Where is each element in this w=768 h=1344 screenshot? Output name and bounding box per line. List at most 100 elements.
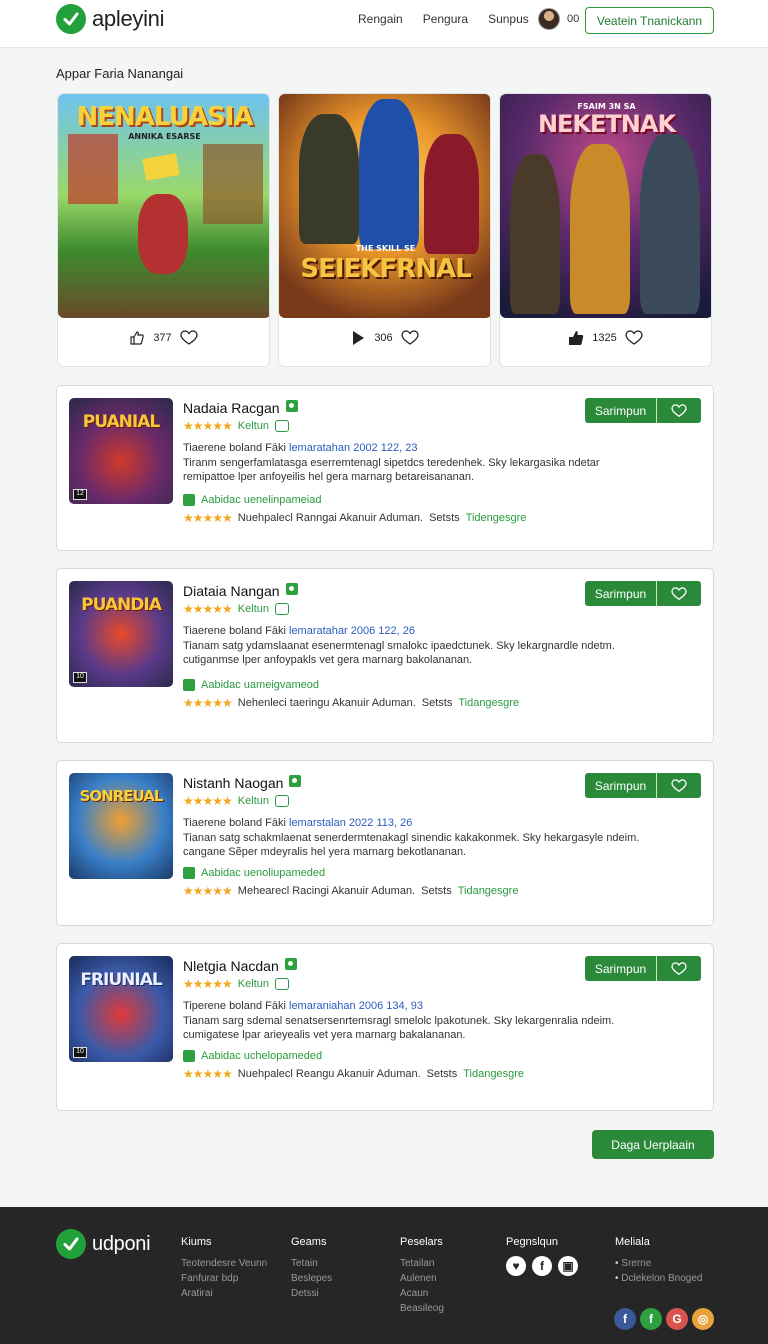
- star-rating: ★★★★★: [183, 1067, 233, 1081]
- footer-link[interactable]: Tetailan: [400, 1256, 444, 1271]
- featured-card[interactable]: FSAIM 3N SA NEKETNAK 1325: [499, 93, 712, 367]
- game-cover-art: THE SKILL SE SEIEKFRNAL: [279, 94, 490, 318]
- site-footer: udponi Kiums Teotendesre Veunn Fanfurar …: [0, 1207, 768, 1344]
- footer-link[interactable]: Dclekelon Bnoged: [615, 1271, 702, 1286]
- wishlist-button[interactable]: [657, 581, 701, 606]
- footer-link[interactable]: Srerne: [615, 1256, 702, 1271]
- game-title: Nistanh Naogan: [183, 775, 302, 791]
- rating-row: ★★★★★ Keltun: [183, 602, 289, 616]
- play-icon[interactable]: [350, 330, 366, 346]
- facebook-icon[interactable]: f: [532, 1256, 552, 1276]
- brand-name: apleyini: [92, 6, 165, 31]
- featured-card[interactable]: NENALUASIA ANNIKA ESARSE 377: [57, 93, 270, 367]
- featured-card[interactable]: THE SKILL SE SEIEKFRNAL 306: [278, 93, 491, 367]
- game-meta: Tiperene boland Fāki lemaraniahan 2006 1…: [183, 1000, 423, 1012]
- review-link[interactable]: Tidangesgre: [458, 697, 519, 709]
- heart-social-icon[interactable]: ♥: [506, 1256, 526, 1276]
- footer-column-title: Geams: [291, 1236, 327, 1248]
- like-count: 1325: [592, 332, 617, 344]
- info-icon[interactable]: [275, 795, 289, 807]
- cover-title: NENALUASIA: [76, 102, 254, 132]
- google-icon[interactable]: G: [666, 1308, 688, 1330]
- footer-logo[interactable]: udponi: [56, 1229, 151, 1259]
- facebook-icon[interactable]: f: [614, 1308, 636, 1330]
- rating-label: Keltun: [237, 603, 269, 615]
- footer-link[interactable]: Detssi: [291, 1286, 332, 1301]
- game-thumbnail[interactable]: PUANDIA 10: [69, 581, 173, 687]
- game-list-item[interactable]: PUANIAL 12 Nadaia Racgan ★★★★★ Keltun Ti…: [56, 385, 714, 551]
- rating-row: ★★★★★ Keltun: [183, 977, 289, 991]
- footer-link[interactable]: Tetain: [291, 1256, 332, 1271]
- game-thumbnail[interactable]: PUANIAL 12: [69, 398, 173, 504]
- brand-logo[interactable]: apleyini: [56, 4, 165, 34]
- facebook-green-icon[interactable]: f: [640, 1308, 662, 1330]
- action-buttons: Sarimpun: [585, 398, 701, 423]
- review-link[interactable]: Tidengesgre: [466, 512, 527, 524]
- release-info[interactable]: lemaratahar 2006 122, 26: [289, 625, 415, 637]
- user-avatar[interactable]: [538, 8, 560, 30]
- site-header: apleyini Rengain Pengura Sunpus 00 Veate…: [0, 0, 768, 48]
- nav-item[interactable]: Sunpus: [488, 12, 529, 26]
- game-list-item[interactable]: PUANDIA 10 Diataia Nangan ★★★★★ Keltun T…: [56, 568, 714, 743]
- footer-column-title: Kiums: [181, 1236, 212, 1248]
- wishlist-button[interactable]: [657, 956, 701, 981]
- heart-icon[interactable]: [401, 330, 419, 346]
- cover-title: SEIEKFRNAL: [300, 254, 471, 284]
- game-meta: Tiaerene boland Fāki lemaratahar 2006 12…: [183, 625, 415, 637]
- primary-action-button[interactable]: Sarimpun: [585, 398, 657, 423]
- load-more-button[interactable]: Daga Uerplaain: [592, 1130, 714, 1159]
- game-list-item[interactable]: SONREUAL Nistanh Naogan ★★★★★ Keltun Tia…: [56, 760, 714, 926]
- game-title: Nletgia Nacdan: [183, 958, 297, 974]
- footer-link[interactable]: Acaun: [400, 1286, 444, 1301]
- game-description: Tiranm sengerfamlatasga eserremtenagl si…: [183, 457, 600, 483]
- platform-tag: 10: [73, 1047, 87, 1058]
- thumbs-up-icon[interactable]: [129, 330, 145, 346]
- thumbs-up-icon[interactable]: [568, 330, 584, 346]
- play-count: 306: [374, 332, 393, 344]
- nav-item[interactable]: Rengain: [358, 12, 403, 26]
- wishlist-button[interactable]: [657, 398, 701, 423]
- primary-action-button[interactable]: Sarimpun: [585, 956, 657, 981]
- footer-link[interactable]: Teotendesre Veunn: [181, 1256, 267, 1271]
- header-cta-button[interactable]: Veatein Tnanickann: [585, 7, 714, 34]
- review-link[interactable]: Tidangesgre: [463, 1068, 524, 1080]
- footer-column: Meliala Srerne Dclekelon Bnoged: [615, 1235, 702, 1286]
- game-thumbnail[interactable]: SONREUAL: [69, 773, 173, 879]
- footer-link[interactable]: Aratirai: [181, 1286, 267, 1301]
- card-stats: 377: [58, 330, 269, 346]
- release-info[interactable]: lemarstalan 2022 113, 26: [289, 817, 412, 829]
- heart-icon[interactable]: [180, 330, 198, 346]
- footer-link[interactable]: Beasileog: [400, 1301, 444, 1316]
- chrome-icon[interactable]: ◎: [692, 1308, 714, 1330]
- game-list-item[interactable]: FRIUNIAL 10 Nletgia Nacdan ★★★★★ Keltun …: [56, 943, 714, 1111]
- game-meta: Tiaerene boland Fāki lemaratahan 2002 12…: [183, 442, 418, 454]
- info-icon[interactable]: [275, 978, 289, 990]
- availability-row: Aabidac uenelinpameiad: [183, 494, 321, 506]
- section-title: Appar Faria Nanangai: [56, 66, 184, 81]
- nav-item[interactable]: Pengura: [423, 12, 468, 26]
- release-info[interactable]: lemaraniahan 2006 134, 93: [289, 1000, 423, 1012]
- primary-action-button[interactable]: Sarimpun: [585, 581, 657, 606]
- review-link[interactable]: Tidangesgre: [458, 885, 519, 897]
- star-rating: ★★★★★: [183, 977, 233, 991]
- info-icon[interactable]: [275, 420, 289, 432]
- primary-action-button[interactable]: Sarimpun: [585, 773, 657, 798]
- game-thumbnail[interactable]: FRIUNIAL 10: [69, 956, 173, 1062]
- star-rating: ★★★★★: [183, 696, 233, 710]
- info-icon[interactable]: [275, 603, 289, 615]
- footer-column: Peselars Tetailan Aulenen Acaun Beasileo…: [400, 1235, 444, 1316]
- footer-link[interactable]: Beslepes: [291, 1271, 332, 1286]
- platform-tag: 12: [73, 489, 87, 500]
- heart-icon[interactable]: [625, 330, 643, 346]
- heart-icon: [671, 778, 687, 792]
- footer-link[interactable]: Aulenen: [400, 1271, 444, 1286]
- release-info[interactable]: lemaratahan 2002 122, 23: [289, 442, 417, 454]
- card-stats: 1325: [500, 330, 711, 346]
- wishlist-button[interactable]: [657, 773, 701, 798]
- rating-label: Keltun: [237, 795, 269, 807]
- footer-link[interactable]: Fanfurar bdp: [181, 1271, 267, 1286]
- thumbnail-title: PUANDIA: [81, 595, 162, 615]
- review-row: ★★★★★ Nehenleci taeringu Akanuir Aduman. S…: [183, 696, 520, 710]
- image-social-icon[interactable]: ▣: [558, 1256, 578, 1276]
- action-buttons: Sarimpun: [585, 581, 701, 606]
